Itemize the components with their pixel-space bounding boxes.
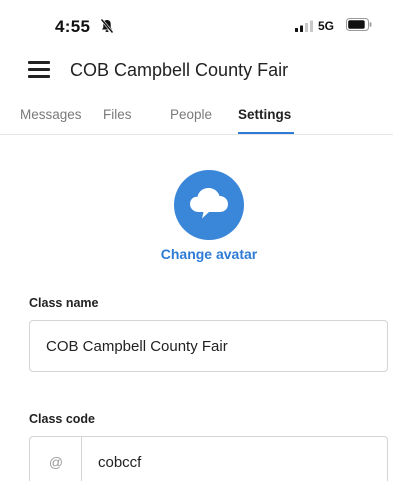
change-avatar-link[interactable]: Change avatar xyxy=(0,246,393,262)
app-header: COB Campbell County Fair xyxy=(0,48,393,94)
network-type: 5G xyxy=(318,19,335,33)
tab-messages[interactable]: Messages xyxy=(20,107,82,122)
tab-settings[interactable]: Settings xyxy=(238,107,291,122)
cloud-speech-bubble-icon xyxy=(190,188,228,219)
page-title: COB Campbell County Fair xyxy=(70,60,289,80)
tab-people[interactable]: People xyxy=(170,107,212,122)
status-bar: 4:55 5G xyxy=(0,0,393,48)
status-time: 4:55 xyxy=(55,17,91,36)
signal-icon xyxy=(295,20,313,32)
class-name-value: COB Campbell County Fair xyxy=(46,338,228,355)
class-code-input[interactable]: @ cobccf xyxy=(29,436,388,481)
class-name-label: Class name xyxy=(29,296,99,310)
avatar[interactable] xyxy=(174,170,244,240)
tab-files[interactable]: Files xyxy=(103,107,132,122)
tab-bar: Messages Files People Settings xyxy=(0,99,393,135)
bell-slash-icon xyxy=(100,18,114,34)
hamburger-icon[interactable] xyxy=(28,60,50,78)
class-code-prefix: @ xyxy=(30,437,82,481)
class-code-value: cobccf xyxy=(98,454,142,471)
at-sign: @ xyxy=(48,454,64,470)
active-tab-indicator xyxy=(238,132,294,134)
battery-icon xyxy=(346,18,372,31)
class-code-label: Class code xyxy=(29,412,96,426)
class-name-input[interactable]: COB Campbell County Fair xyxy=(29,320,388,372)
